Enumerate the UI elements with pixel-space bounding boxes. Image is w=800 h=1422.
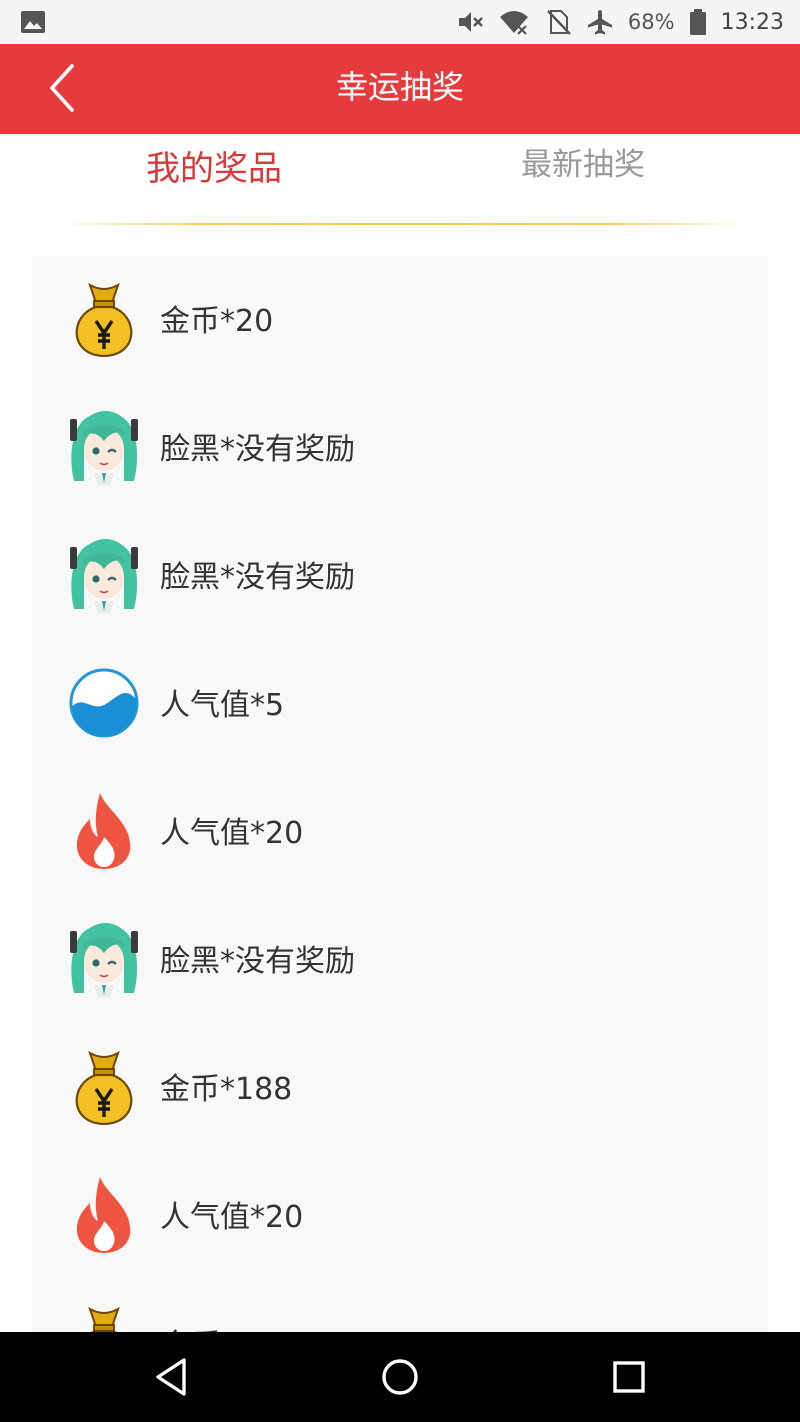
mute-icon — [458, 12, 483, 32]
tab-divider — [58, 223, 748, 225]
prize-label: 脸黑*没有奖励 — [160, 432, 355, 467]
battery-icon — [689, 9, 706, 35]
prize-label: 金币 — [160, 1320, 220, 1332]
anime-avatar-icon — [70, 539, 138, 613]
anime-avatar-icon — [70, 411, 138, 485]
list-item[interactable]: 金币*188 — [32, 1024, 768, 1152]
prize-label: 金币*20 — [160, 304, 274, 339]
money-bag-icon — [88, 1306, 120, 1332]
airplane-icon — [587, 10, 612, 35]
recents-square-icon[interactable] — [604, 1352, 654, 1402]
list-item[interactable]: 人气值*5 — [32, 640, 768, 768]
list-item[interactable]: 人气值*20 — [32, 768, 768, 896]
flame-icon — [76, 1177, 131, 1253]
clock: 13:23 — [720, 9, 784, 35]
status-indicators: 68% 13:23 — [456, 0, 784, 44]
prize-label: 人气值*20 — [160, 1200, 304, 1235]
wifi-off-icon — [499, 11, 528, 35]
tab-latest-draws[interactable]: 最新抽奖 — [521, 134, 645, 204]
page-title: 幸运抽奖 — [335, 68, 464, 106]
battery-percent: 68% — [627, 10, 675, 34]
money-bag-icon — [75, 1050, 133, 1126]
prize-label: 金币*188 — [160, 1072, 293, 1107]
list-item[interactable]: 金币 — [32, 1280, 768, 1332]
prize-label: 脸黑*没有奖励 — [160, 560, 355, 595]
list-item[interactable]: 脸黑*没有奖励 — [32, 512, 768, 640]
anime-avatar-icon — [70, 923, 138, 997]
list-item[interactable]: 金币*20 — [32, 256, 768, 384]
app-bar: 幸运抽奖 — [0, 44, 800, 134]
back-triangle-icon[interactable] — [146, 1352, 196, 1402]
home-circle-icon[interactable] — [375, 1352, 425, 1402]
prize-label: 人气值*5 — [160, 688, 285, 723]
flame-icon — [76, 793, 131, 869]
blue-wave-icon — [69, 668, 139, 738]
tab-my-prizes[interactable]: 我的奖品 — [146, 138, 282, 208]
list-item[interactable]: 脸黑*没有奖励 — [32, 384, 768, 512]
list-item[interactable]: 脸黑*没有奖励 — [32, 896, 768, 1024]
money-bag-icon — [75, 282, 133, 358]
list-item[interactable]: 人气值*20 — [32, 1152, 768, 1280]
prize-list[interactable]: 金币*20 脸黑*没有奖励 脸黑*没有奖励 人气值*5 人气值*20 脸黑*没有… — [32, 256, 768, 1332]
tab-bar: 我的奖品 最新抽奖 — [0, 134, 800, 234]
status-bar: 68% 13:23 — [0, 0, 800, 44]
image-icon — [21, 11, 45, 33]
prize-label: 脸黑*没有奖励 — [160, 944, 355, 979]
system-nav-bar — [0, 1332, 800, 1422]
no-sim-icon — [547, 10, 571, 35]
prize-label: 人气值*20 — [160, 816, 304, 851]
